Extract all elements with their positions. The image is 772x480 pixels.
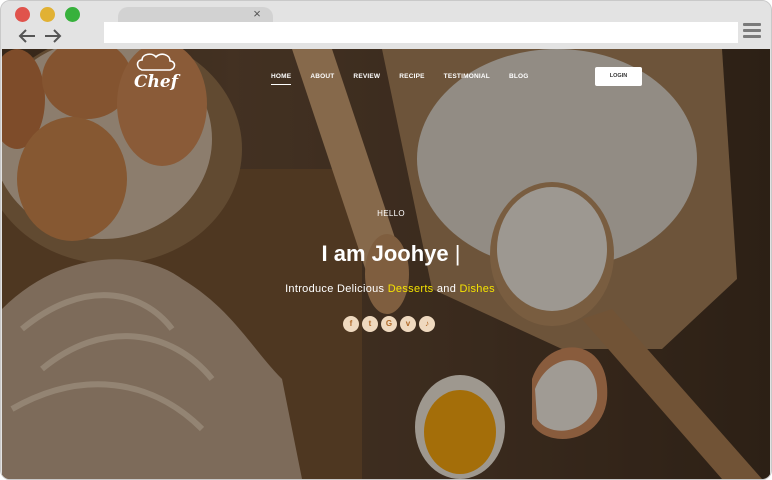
tab-close-icon[interactable]: × (251, 7, 263, 21)
address-bar[interactable] (104, 22, 738, 43)
chef-logo[interactable]: Chef (134, 52, 178, 102)
nav-recipe[interactable]: RECIPE (399, 73, 424, 85)
logo-text: Chef (134, 72, 179, 92)
subline-and: and (436, 283, 457, 295)
maximize-window-button[interactable] (65, 7, 80, 22)
social-links: f t G v ♪ (343, 316, 438, 333)
subline-highlight-desserts: Desserts (387, 283, 434, 295)
tiktok-icon[interactable]: ♪ (419, 316, 435, 332)
nav-blog[interactable]: BLOG (509, 73, 529, 85)
twitter-icon[interactable]: t (362, 316, 378, 332)
nav-review[interactable]: REVIEW (353, 73, 380, 85)
subline-highlight-dishes: Dishes (459, 283, 495, 295)
nav-testimonial[interactable]: TESTIMONIAL (444, 73, 490, 85)
hero-headline: I am Joohye | (301, 241, 481, 267)
typing-cursor: | (454, 241, 461, 266)
hamburger-menu-icon[interactable] (743, 23, 761, 41)
back-arrow-icon[interactable] (17, 27, 37, 45)
browser-chrome: × (1, 1, 771, 49)
google-plus-icon[interactable]: G (381, 316, 397, 332)
hero-subline: Introduce Delicious Desserts and Dishes (263, 283, 517, 295)
login-button[interactable]: LOGIN (595, 67, 642, 86)
headline-text: I am Joohye (321, 241, 449, 266)
nav-about[interactable]: ABOUT (310, 73, 334, 85)
chef-hat-icon (136, 53, 176, 71)
nav-home[interactable]: HOME (271, 73, 292, 85)
subline-prefix: Introduce Delicious (285, 283, 385, 295)
main-navigation: HOME ABOUT REVIEW RECIPE TESTIMONIAL BLO… (271, 73, 548, 85)
facebook-icon[interactable]: f (343, 316, 359, 332)
browser-window: × Chef HOME ABOUT REVIEW RECIPE TESTIMON… (0, 0, 772, 480)
minimize-window-button[interactable] (40, 7, 55, 22)
close-window-button[interactable] (15, 7, 30, 22)
vimeo-icon[interactable]: v (400, 316, 416, 332)
forward-arrow-icon[interactable] (43, 27, 63, 45)
hero-greeting: HELLO (377, 209, 405, 218)
